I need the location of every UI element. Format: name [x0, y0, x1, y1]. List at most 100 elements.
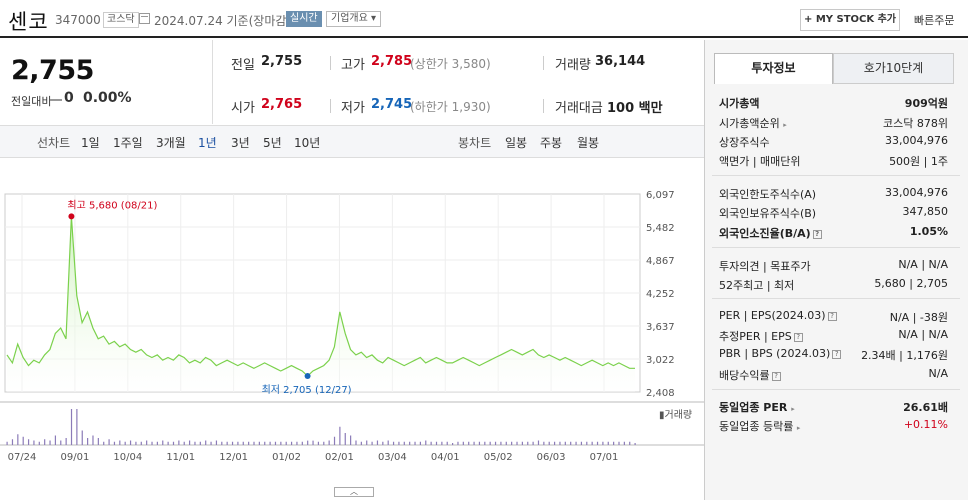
volume-bar	[290, 441, 293, 445]
divider	[712, 298, 960, 299]
volume-bar	[537, 440, 540, 445]
volume-bar	[135, 441, 137, 445]
volume-bar	[532, 441, 534, 445]
volume-bar	[323, 441, 325, 445]
y-tick-label: 3,637	[646, 322, 675, 333]
volume-bar	[119, 440, 121, 445]
volume-bar	[333, 436, 336, 445]
volume-bar	[591, 441, 593, 445]
realtime-button[interactable]: 실시간	[286, 11, 322, 27]
volume-bar	[156, 441, 158, 445]
y-tick-label: 4,867	[646, 256, 675, 267]
price-chart[interactable]: 6,097 5,482 4,867 4,252 3,637 3,022 2,408 07/24…	[0, 158, 704, 500]
volume-bar	[188, 440, 191, 445]
help-icon[interactable]: ?	[771, 372, 781, 381]
volume-bar	[344, 433, 346, 445]
my-stock-add-button[interactable]: + MY STOCK 추가	[800, 9, 900, 31]
volume-bar	[151, 441, 153, 445]
candle-weekly[interactable]: 주봉	[540, 134, 562, 151]
volume-bar	[231, 441, 234, 445]
period-10y[interactable]: 10년	[294, 134, 320, 151]
help-icon[interactable]: ?	[832, 350, 842, 359]
volume-bar	[210, 441, 212, 445]
volume-bar	[226, 441, 228, 445]
volume-bar	[559, 441, 561, 445]
volume-bar	[70, 409, 73, 445]
volume-bar	[205, 440, 207, 445]
volume-bar	[113, 441, 116, 445]
prev-close-value: 2,755	[261, 54, 303, 69]
upper-limit: (상한가 3,580)	[410, 57, 491, 71]
candle-daily[interactable]: 일봉	[505, 134, 527, 151]
divider	[712, 175, 960, 176]
change-label: 전일대비	[11, 95, 52, 108]
divider	[330, 56, 331, 70]
volume-bar	[65, 438, 67, 445]
period-1y[interactable]: 1년	[198, 134, 217, 151]
help-icon[interactable]: ?	[793, 333, 803, 342]
low-label: 저가	[341, 101, 365, 116]
rank-label: 시가총액순위	[719, 117, 780, 130]
foreign-ratio-label: 외국인소진율(B/A)	[719, 227, 811, 240]
divider	[543, 99, 544, 113]
calendar-icon	[139, 13, 150, 24]
arrow-icon[interactable]: ▸	[797, 424, 801, 432]
help-icon[interactable]: ?	[827, 312, 837, 321]
volume-bar	[54, 435, 57, 445]
tab-order-book[interactable]: 호가10단계	[833, 53, 954, 84]
low-value: 2,745	[371, 97, 413, 112]
chevron-up-icon[interactable]: ︿	[334, 487, 374, 497]
period-1d[interactable]: 1일	[81, 134, 100, 151]
candle-monthly[interactable]: 월봉	[577, 134, 599, 151]
volume-bar	[258, 441, 260, 445]
volume-bar	[17, 434, 19, 445]
volume-bar	[500, 441, 502, 445]
help-icon[interactable]: ?	[812, 230, 822, 239]
company-info-dropdown[interactable]: 기업개요 ▾	[326, 11, 381, 27]
volume-bar	[398, 441, 400, 445]
volume-bar	[97, 438, 99, 445]
volume-bar	[76, 409, 78, 445]
volume-bar	[553, 441, 556, 445]
lower-limit: (하한가 1,930)	[410, 100, 491, 114]
volume-bar	[484, 441, 486, 445]
est-per-label: 추정PER | EPS	[719, 330, 792, 343]
volume-bar	[140, 441, 142, 445]
x-tick-label: 11/01	[166, 452, 195, 463]
period-1w[interactable]: 1주일	[113, 134, 143, 151]
par-label: 액면가 | 매매단위	[719, 155, 801, 168]
volume-bar	[60, 440, 62, 445]
volume-bar	[613, 441, 615, 445]
min-label: 최저 2,705 (12/27)	[262, 384, 352, 396]
current-price: 2,755	[11, 55, 94, 86]
volume-value: 36,144	[595, 54, 646, 69]
volume-bar	[274, 441, 277, 445]
volume-bar	[317, 441, 320, 445]
period-3m[interactable]: 3개월	[156, 134, 186, 151]
volume-bar	[446, 441, 448, 445]
sector-per-label: 동일업종 PER	[719, 401, 788, 414]
volume-bar	[248, 441, 250, 445]
x-tick-label: 07/24	[8, 452, 37, 463]
volume-bar	[215, 440, 218, 445]
tab-investment-info[interactable]: 투자정보	[714, 53, 833, 84]
opinion-value: N/A | N/A	[898, 258, 948, 271]
x-tick-label: 01/02	[272, 452, 301, 463]
high-value: 2,785	[371, 54, 413, 69]
par-value: 500원 | 1주	[889, 155, 948, 168]
volume-bar	[167, 441, 169, 445]
y-tick-label: 4,252	[646, 289, 675, 300]
arrow-icon[interactable]: ▸	[783, 121, 787, 129]
volume-bar	[441, 441, 443, 445]
volume-bar	[146, 440, 148, 445]
x-tick-label: 12/01	[219, 452, 248, 463]
arrow-icon[interactable]: ▸	[791, 405, 795, 413]
quick-order-link[interactable]: 빠른주문	[914, 12, 954, 28]
change-value: 0	[64, 90, 74, 106]
period-5y[interactable]: 5년	[263, 134, 282, 151]
volume-bar	[505, 441, 507, 445]
y-tick-label: 2,408	[646, 388, 675, 399]
period-3y[interactable]: 3년	[231, 134, 250, 151]
divider	[212, 40, 213, 124]
volume-bar	[38, 441, 40, 445]
